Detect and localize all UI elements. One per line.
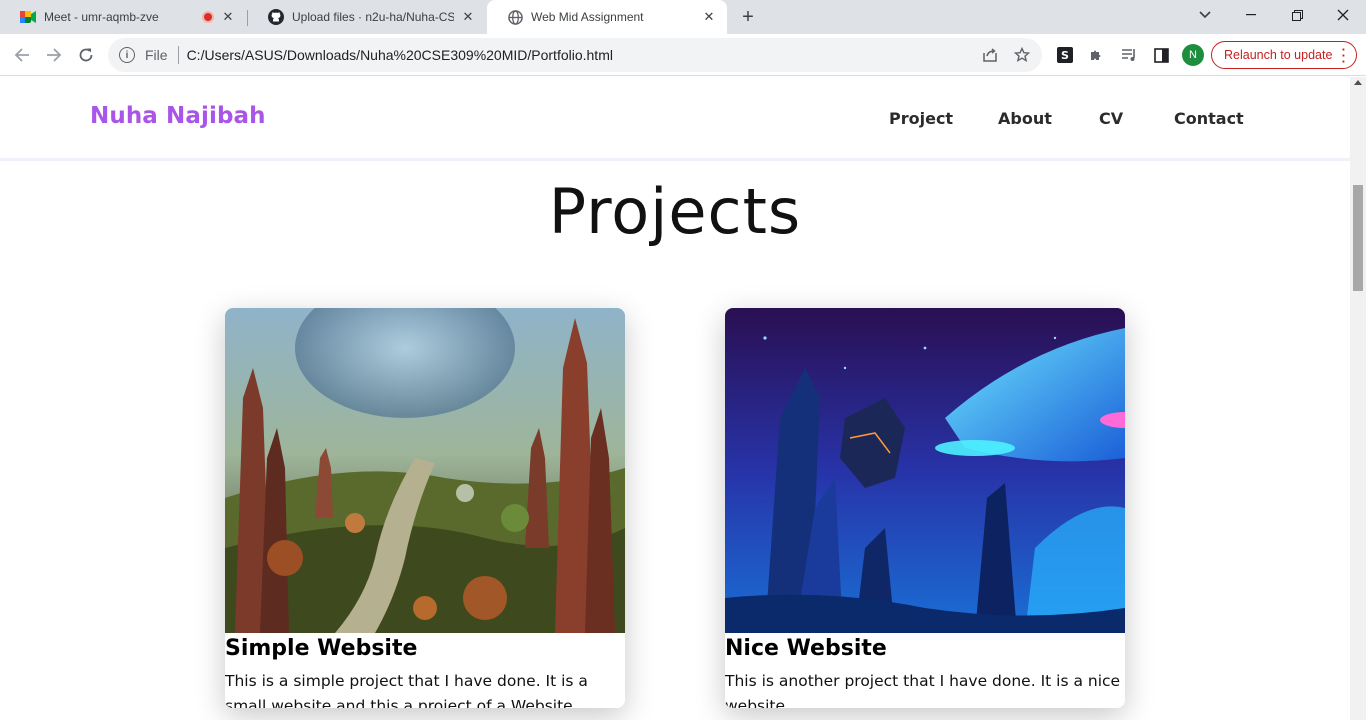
extensions-puzzle-icon[interactable] — [1085, 43, 1109, 67]
project-image-landscape — [225, 308, 625, 633]
minimize-button[interactable] — [1228, 0, 1274, 30]
bookmark-star-icon[interactable] — [1010, 43, 1034, 67]
project-image-space — [725, 308, 1125, 633]
nav-contact[interactable]: Contact — [1174, 109, 1244, 128]
close-icon[interactable]: ✕ — [220, 9, 236, 25]
tab-github[interactable]: Upload files · n2u-ha/Nuha-CSE ✕ — [248, 0, 486, 34]
nav-about[interactable]: About — [998, 109, 1052, 128]
project-title: Nice Website — [725, 636, 887, 661]
extension-s-icon[interactable]: S — [1053, 43, 1077, 67]
tab-strip: Meet - umr-aqmb-zve ✕ Upload files · n2u… — [0, 0, 1366, 34]
address-divider — [177, 46, 179, 64]
page-scrollbar[interactable] — [1350, 77, 1366, 720]
forward-button[interactable] — [42, 43, 66, 67]
nav-project[interactable]: Project — [889, 109, 953, 128]
site-info-icon[interactable]: i — [119, 47, 135, 63]
google-meet-icon — [20, 9, 36, 25]
site-brand[interactable]: Nuha Najibah — [90, 103, 266, 129]
page-title: Projects — [548, 175, 802, 248]
github-icon — [268, 9, 284, 25]
tab-title: Meet - umr-aqmb-zve — [44, 10, 159, 24]
media-control-icon[interactable] — [1117, 43, 1141, 67]
project-card[interactable]: Simple Website This is a simple project … — [225, 308, 625, 708]
tab-title: Web Mid Assignment — [531, 10, 644, 24]
restore-button[interactable] — [1274, 0, 1320, 30]
project-card[interactable]: Nice Website This is another project tha… — [725, 308, 1125, 708]
url-text[interactable]: C:/Users/ASUS/Downloads/Nuha%20CSE309%20… — [187, 47, 978, 63]
share-icon[interactable] — [978, 43, 1002, 67]
relaunch-button[interactable]: Relaunch to update · · · — [1211, 41, 1357, 69]
recording-icon — [202, 11, 214, 23]
more-menu-icon[interactable]: · · · — [1342, 43, 1346, 68]
side-panel-icon[interactable] — [1149, 43, 1173, 67]
nav-cv[interactable]: CV — [1099, 109, 1123, 128]
scroll-up-arrow-icon[interactable] — [1354, 80, 1362, 85]
tab-web-mid-assignment[interactable]: Web Mid Assignment ✕ — [487, 0, 727, 34]
tab-title: Upload files · n2u-ha/Nuha-CSE — [292, 10, 454, 24]
page-viewport: Nuha Najibah Project About CV Contact Pr… — [0, 77, 1350, 720]
relaunch-label: Relaunch to update — [1224, 48, 1333, 62]
close-window-button[interactable] — [1320, 0, 1366, 30]
tab-search-button[interactable] — [1182, 0, 1228, 30]
close-icon[interactable]: ✕ — [460, 9, 476, 25]
scrollbar-thumb[interactable] — [1353, 185, 1363, 291]
new-tab-button[interactable]: + — [736, 5, 760, 29]
reload-button[interactable] — [74, 43, 98, 67]
project-title: Simple Website — [225, 636, 418, 661]
address-bar[interactable]: i File C:/Users/ASUS/Downloads/Nuha%20CS… — [108, 38, 1042, 72]
scheme-label: File — [145, 47, 168, 63]
tab-meet[interactable]: Meet - umr-aqmb-zve ✕ — [0, 0, 246, 34]
site-header: Nuha Najibah Project About CV Contact — [0, 77, 1350, 161]
project-description: This is another project that I have done… — [725, 672, 1121, 708]
profile-avatar[interactable]: N — [1182, 44, 1204, 66]
project-description: This is a simple project that I have don… — [225, 672, 588, 708]
close-icon[interactable]: ✕ — [701, 9, 717, 25]
globe-icon — [507, 9, 523, 25]
browser-toolbar: i File C:/Users/ASUS/Downloads/Nuha%20CS… — [0, 34, 1366, 76]
back-button[interactable] — [10, 43, 34, 67]
